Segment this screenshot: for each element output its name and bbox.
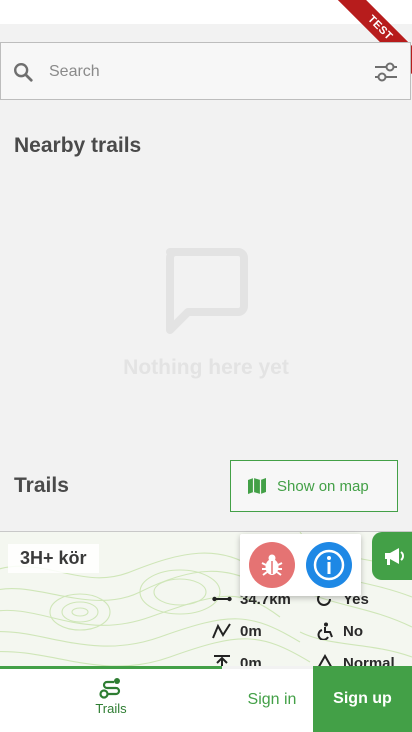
distance-icon — [212, 596, 232, 602]
search-input[interactable] — [49, 61, 359, 83]
trail-elevation-max-stat: 0m — [212, 654, 262, 666]
info-icon — [313, 549, 345, 581]
wheelchair-icon — [317, 622, 333, 640]
nearby-empty-state: Nothing here yet — [0, 246, 412, 380]
elevation-top-icon — [214, 655, 230, 666]
trail-elevation-gain-stat: 0m — [212, 622, 262, 640]
sign-up-button[interactable]: Sign up — [313, 666, 412, 732]
show-on-map-label: Show on map — [277, 477, 369, 495]
route-icon — [99, 678, 121, 699]
trail-difficulty-stat: Normal — [315, 654, 395, 666]
megaphone-icon — [385, 548, 404, 565]
map-icon — [248, 478, 266, 494]
trail-elevation-gain-value: 0m — [240, 622, 262, 640]
bug-icon — [261, 554, 283, 576]
search-icon — [14, 63, 33, 82]
feedback-button[interactable] — [372, 532, 412, 580]
app-root: TEST Nearby trails Nothing here yet Trai… — [0, 0, 412, 732]
debug-bug-button[interactable] — [249, 542, 295, 588]
status-bar — [0, 0, 412, 24]
chat-bubble-icon — [166, 248, 248, 334]
nav-item-trails-label: Trails — [95, 701, 127, 716]
elevation-icon — [212, 623, 231, 639]
sign-in-button[interactable]: Sign in — [232, 691, 312, 709]
show-on-map-button[interactable]: Show on map — [230, 460, 398, 512]
trail-difficulty-value: Normal — [343, 654, 395, 667]
nav-item-trails[interactable]: Trails — [78, 677, 144, 725]
difficulty-icon — [318, 654, 332, 666]
trail-elevation-max-value: 0m — [240, 654, 262, 667]
search-bar[interactable] — [0, 42, 411, 100]
trail-name: 3H+ kör — [8, 544, 99, 573]
nearby-trails-title: Nearby trails — [14, 134, 142, 157]
filter-icon[interactable] — [374, 61, 398, 83]
trail-accessible-value: No — [343, 622, 363, 640]
debug-info-button[interactable] — [306, 542, 352, 588]
trails-title: Trails — [14, 474, 69, 497]
trail-accessible-stat: No — [315, 622, 363, 640]
debug-panel — [240, 534, 361, 596]
empty-state-text: Nothing here yet — [123, 356, 289, 379]
